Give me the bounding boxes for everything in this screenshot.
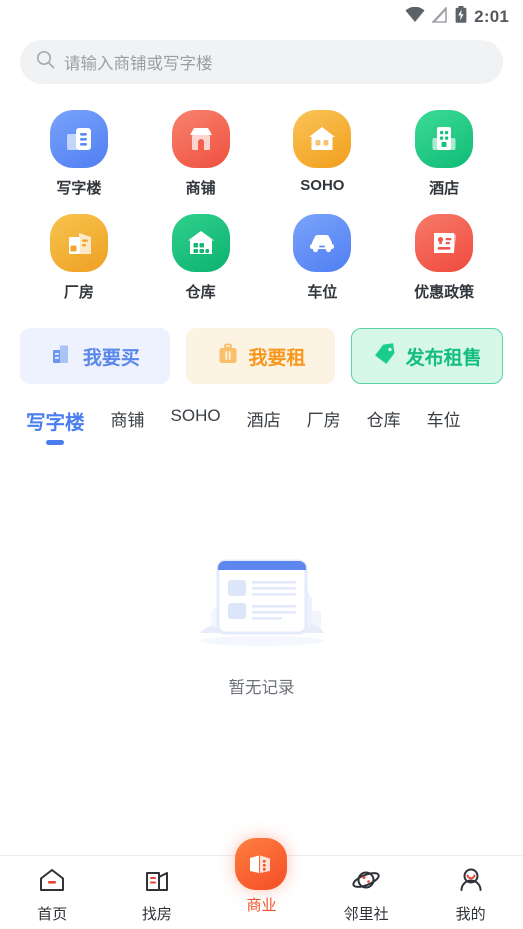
tab-soho[interactable]: SOHO: [171, 406, 221, 436]
hotel-icon: [415, 110, 474, 168]
rent-button[interactable]: 我要租: [185, 328, 336, 384]
app-root: 2:01 请输入商铺或写字楼 写字楼 商铺 SOHO 酒店 厂房 仓库 车位 优…: [0, 0, 523, 929]
rent-button-label: 我要租: [248, 347, 306, 369]
house-soho-icon: [293, 110, 352, 168]
nav-label: 邻里社: [343, 906, 389, 923]
category-item-hotel[interactable]: 酒店: [383, 106, 505, 202]
category-label: 车位: [307, 284, 338, 301]
business-icon: [235, 838, 288, 890]
shop-storefront-icon: [171, 110, 230, 168]
category-label: 优惠政策: [414, 284, 475, 301]
price-tag-icon: [373, 342, 397, 371]
battery-charging-icon: [455, 6, 467, 28]
tab-label: 仓库: [366, 411, 401, 430]
category-tabs: 写字楼 商铺 SOHO 酒店 厂房 仓库 车位: [0, 384, 523, 445]
tab-factory[interactable]: 厂房: [307, 406, 341, 441]
tab-office[interactable]: 写字楼: [26, 406, 85, 445]
publish-button-label: 发布租售: [405, 347, 482, 369]
buy-button-label: 我要买: [82, 347, 140, 369]
tab-label: 车位: [426, 411, 461, 430]
search-input[interactable]: 请输入商铺或写字楼: [20, 40, 503, 84]
nav-label: 我的: [455, 906, 486, 923]
tab-warehouse[interactable]: 仓库: [367, 406, 401, 441]
status-bar: 2:01: [0, 0, 523, 34]
nav-item-home[interactable]: 首页: [0, 856, 105, 924]
factory-icon: [49, 214, 108, 272]
signal-off-icon: [431, 5, 448, 28]
nav-label: 找房: [141, 906, 172, 923]
category-item-policy[interactable]: 优惠政策: [383, 210, 505, 306]
office-building-icon: [49, 110, 108, 168]
action-buttons: 我要买 我要租 发布租售: [0, 306, 523, 384]
status-bar-clock: 2:01: [474, 7, 509, 26]
category-label: 仓库: [185, 284, 216, 301]
category-item-warehouse[interactable]: 仓库: [140, 210, 262, 306]
publish-button[interactable]: 发布租售: [351, 328, 504, 384]
empty-document-illustration: [182, 545, 342, 660]
category-label: 写字楼: [56, 180, 102, 197]
empty-state: 暂无记录: [0, 545, 523, 698]
bottom-navigation: 首页 找房 商业 邻里社 我的: [0, 838, 523, 929]
wifi-icon: [405, 6, 425, 28]
category-item-soho[interactable]: SOHO: [262, 106, 384, 202]
nav-item-find-house[interactable]: 找房: [105, 856, 210, 924]
warehouse-icon: [171, 214, 230, 272]
planet-icon: [351, 866, 381, 899]
home-icon: [37, 866, 67, 899]
tab-shop[interactable]: 商铺: [111, 406, 145, 441]
user-avatar-icon: [456, 866, 486, 899]
category-item-parking[interactable]: 车位: [262, 210, 384, 306]
search-placeholder: 请输入商铺或写字楼: [64, 55, 213, 73]
nav-item-business[interactable]: 商业: [209, 828, 314, 915]
empty-state-text: 暂无记录: [228, 679, 295, 697]
car-parking-icon: [293, 214, 352, 272]
tab-parking[interactable]: 车位: [427, 406, 461, 441]
category-label: 酒店: [429, 180, 460, 197]
category-grid: 写字楼 商铺 SOHO 酒店 厂房 仓库 车位 优惠政策: [0, 84, 523, 306]
tab-label: SOHO: [170, 406, 221, 425]
search-icon: [36, 50, 55, 74]
category-item-office[interactable]: 写字楼: [18, 106, 140, 202]
tab-label: 写字楼: [26, 412, 85, 434]
suitcase-rent-icon: [216, 342, 240, 371]
tab-label: 厂房: [306, 411, 341, 430]
tab-label: 商铺: [110, 411, 145, 430]
policy-card-icon: [415, 214, 474, 272]
nav-item-community[interactable]: 邻里社: [314, 856, 419, 924]
search-section: 请输入商铺或写字楼: [0, 34, 523, 84]
buy-button[interactable]: 我要买: [20, 328, 170, 384]
nav-label: 商业: [246, 897, 277, 914]
find-house-icon: [142, 866, 172, 899]
category-item-factory[interactable]: 厂房: [18, 210, 140, 306]
category-label: 厂房: [63, 284, 94, 301]
nav-item-mine[interactable]: 我的: [418, 856, 523, 924]
category-label: SOHO: [300, 177, 345, 194]
category-label: 商铺: [185, 180, 216, 197]
tab-hotel[interactable]: 酒店: [247, 406, 281, 441]
category-item-shop[interactable]: 商铺: [140, 106, 262, 202]
tab-label: 酒店: [246, 411, 281, 430]
building-buy-icon: [50, 342, 74, 371]
nav-label: 首页: [37, 906, 68, 923]
